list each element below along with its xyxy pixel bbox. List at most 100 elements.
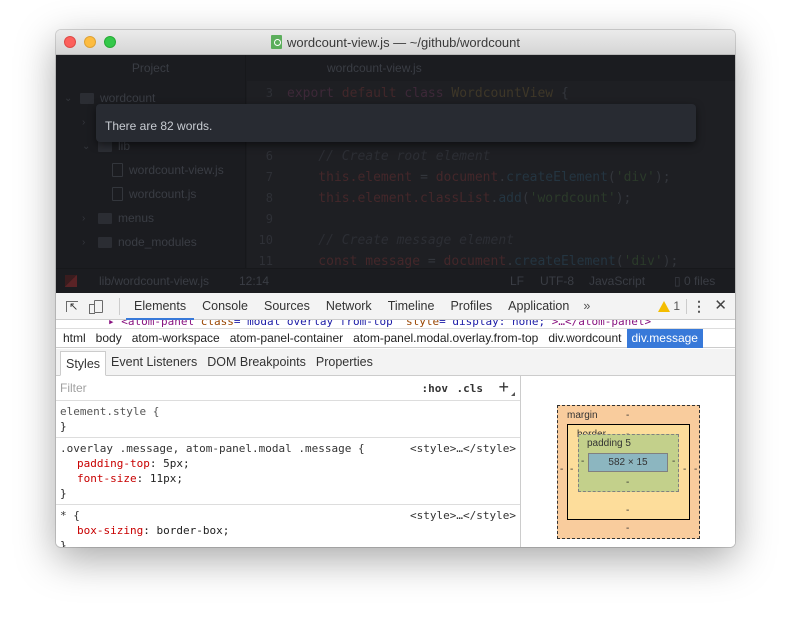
window-title-text: wordcount-view.js — ~/github/wordcount bbox=[286, 34, 521, 50]
breadcrumb-item[interactable]: html bbox=[58, 329, 91, 348]
breadcrumb-item[interactable]: atom-workspace bbox=[127, 329, 225, 348]
code-line[interactable]: 7 this.element = document.createElement(… bbox=[247, 170, 671, 191]
styles-filter-bar: :hov .cls + bbox=[56, 376, 520, 401]
code-line[interactable]: 9 bbox=[247, 212, 287, 233]
box-model-content[interactable]: 582 × 15 bbox=[588, 453, 668, 472]
css-property-name[interactable]: box-sizing bbox=[77, 524, 143, 537]
css-property[interactable]: padding-top: 5px; bbox=[60, 456, 516, 471]
tab-console[interactable]: Console bbox=[194, 293, 256, 320]
elements-sub-tabs: Styles Event Listeners DOM Breakpoints Prop… bbox=[56, 349, 521, 376]
box-model-pane: margin - - - - border - - - - padding 5 … bbox=[521, 376, 735, 547]
tree-item-wordcount-js[interactable]: wordcount.js bbox=[112, 187, 196, 201]
device-toolbar-button[interactable] bbox=[85, 293, 111, 320]
padding-bottom-value[interactable]: - bbox=[626, 477, 629, 488]
box-model-margin[interactable]: margin - - - - border - - - - padding 5 … bbox=[557, 405, 700, 539]
new-rule-menu-corner-icon[interactable] bbox=[511, 392, 515, 396]
tab-sources[interactable]: Sources bbox=[256, 293, 318, 320]
margin-top-value[interactable]: - bbox=[626, 410, 629, 421]
close-devtools-icon[interactable]: ✕ bbox=[714, 296, 727, 314]
status-github-files[interactable]: ▯ 0 files bbox=[674, 274, 715, 288]
status-cursor-position[interactable]: 12:14 bbox=[239, 274, 269, 288]
line-number: 9 bbox=[265, 212, 273, 226]
rule-selector[interactable]: element.style { bbox=[60, 404, 516, 419]
atom-workspace: Project ⌄ wordcount › keymaps ⌄ lib word… bbox=[56, 55, 735, 293]
border-right-value[interactable]: - bbox=[683, 464, 686, 475]
code-token: 'div' bbox=[615, 170, 655, 185]
breadcrumb-item[interactable]: atom-panel.modal.overlay.from-top bbox=[348, 329, 543, 348]
breadcrumb-item[interactable]: body bbox=[91, 329, 127, 348]
box-model-padding[interactable]: padding 5 - - - 582 × 15 bbox=[578, 434, 679, 492]
warnings-counter[interactable]: 1 bbox=[658, 299, 680, 313]
code-line[interactable]: 10 // Create message element bbox=[247, 233, 514, 254]
code-text: // Create root element bbox=[287, 149, 490, 170]
box-model-border[interactable]: border - - - - padding 5 - - - 582 × 15 bbox=[567, 424, 690, 520]
margin-right-value[interactable]: - bbox=[694, 464, 697, 475]
styles-filter-input[interactable] bbox=[60, 381, 360, 395]
tab-profiles[interactable]: Profiles bbox=[442, 293, 500, 320]
border-left-value[interactable]: - bbox=[570, 464, 573, 475]
editor-tab[interactable]: wordcount-view.js bbox=[247, 55, 735, 81]
code-token: 'div' bbox=[623, 254, 663, 269]
code-token: ); bbox=[662, 254, 679, 269]
css-colon: : bbox=[149, 457, 164, 470]
inspect-element-button[interactable] bbox=[59, 293, 85, 320]
tree-item-menus[interactable]: › menus bbox=[82, 211, 154, 225]
subtab-event-listeners[interactable]: Event Listeners bbox=[106, 350, 202, 375]
tab-application[interactable]: Application bbox=[500, 293, 577, 320]
class-toggle[interactable]: .cls bbox=[457, 382, 484, 395]
more-tabs-button[interactable]: » bbox=[577, 299, 596, 313]
dom-tree-line[interactable]: ▸ <atom-panel class="modal overlay from-… bbox=[56, 320, 735, 328]
style-rule[interactable]: .overlay .message, atom-panel.modal .mes… bbox=[56, 438, 520, 505]
code-editor[interactable]: wordcount-view.js 3 export default class … bbox=[247, 55, 735, 269]
code-line[interactable]: 8 this.element.classList.add('wordcount'… bbox=[247, 191, 632, 212]
hover-state-toggle[interactable]: :hov bbox=[422, 382, 449, 395]
tree-item-wordcount[interactable]: ⌄ wordcount bbox=[64, 91, 155, 105]
css-property-name[interactable]: font-size bbox=[77, 472, 137, 485]
tab-network[interactable]: Network bbox=[318, 293, 380, 320]
css-property-value[interactable]: border-box; bbox=[156, 524, 229, 537]
status-encoding[interactable]: UTF-8 bbox=[540, 274, 574, 288]
padding-right-value[interactable]: - bbox=[672, 456, 675, 467]
breadcrumb-item[interactable]: div.message bbox=[626, 328, 703, 348]
subtab-dom-breakpoints[interactable]: DOM Breakpoints bbox=[202, 350, 311, 375]
tree-item-node-modules[interactable]: › node_modules bbox=[82, 235, 197, 249]
subtab-styles[interactable]: Styles bbox=[60, 351, 107, 376]
code-line[interactable]: 6 // Create root element bbox=[247, 149, 491, 170]
atom-file-icon bbox=[270, 35, 282, 49]
new-style-rule-button[interactable]: + bbox=[498, 377, 509, 398]
status-line-ending[interactable]: LF bbox=[510, 274, 524, 288]
git-status-icon[interactable] bbox=[65, 275, 77, 287]
margin-left-value[interactable]: - bbox=[560, 464, 563, 475]
code-token: export bbox=[287, 86, 342, 101]
padding-top-value[interactable]: 5 bbox=[625, 438, 631, 449]
breadcrumb-item[interactable]: atom-panel-container bbox=[225, 329, 348, 348]
css-property[interactable]: font-size: 11px; bbox=[60, 471, 516, 486]
breadcrumb-item[interactable]: div.wordcount bbox=[543, 329, 626, 348]
tree-item-wordcount-view-js[interactable]: wordcount-view.js bbox=[112, 163, 224, 177]
code-token: document bbox=[435, 170, 499, 185]
close-window-button[interactable] bbox=[64, 36, 76, 48]
subtab-properties[interactable]: Properties bbox=[311, 350, 378, 375]
rule-source-link[interactable]: <style>…</style> bbox=[410, 441, 516, 456]
border-bottom-value[interactable]: - bbox=[626, 505, 629, 516]
style-rule[interactable]: element.style {} bbox=[56, 401, 520, 438]
status-file-path[interactable]: lib/wordcount-view.js bbox=[99, 274, 209, 288]
code-token: { bbox=[560, 86, 569, 101]
padding-left-value[interactable]: - bbox=[581, 456, 584, 467]
maximize-window-button[interactable] bbox=[104, 36, 116, 48]
css-property-value[interactable]: 11px; bbox=[150, 472, 183, 485]
inspect-cursor-icon bbox=[66, 300, 78, 313]
tab-elements[interactable]: Elements bbox=[126, 293, 195, 320]
minimize-window-button[interactable] bbox=[84, 36, 96, 48]
more-options-icon[interactable]: ⋮ bbox=[692, 297, 706, 315]
rule-source-link[interactable]: <style>…</style> bbox=[410, 508, 516, 523]
tab-timeline[interactable]: Timeline bbox=[380, 293, 443, 320]
status-grammar[interactable]: JavaScript bbox=[589, 274, 645, 288]
chevron-down-icon: ⌄ bbox=[82, 140, 91, 152]
css-property[interactable]: box-sizing: border-box; bbox=[60, 523, 516, 538]
chevron-right-icon: › bbox=[82, 212, 86, 224]
css-property-value[interactable]: 5px; bbox=[163, 457, 190, 470]
css-property-name[interactable]: padding-top bbox=[77, 457, 150, 470]
style-rule[interactable]: * {<style>…</style> box-sizing: border-bo… bbox=[56, 505, 520, 547]
margin-bottom-value[interactable]: - bbox=[626, 523, 629, 534]
